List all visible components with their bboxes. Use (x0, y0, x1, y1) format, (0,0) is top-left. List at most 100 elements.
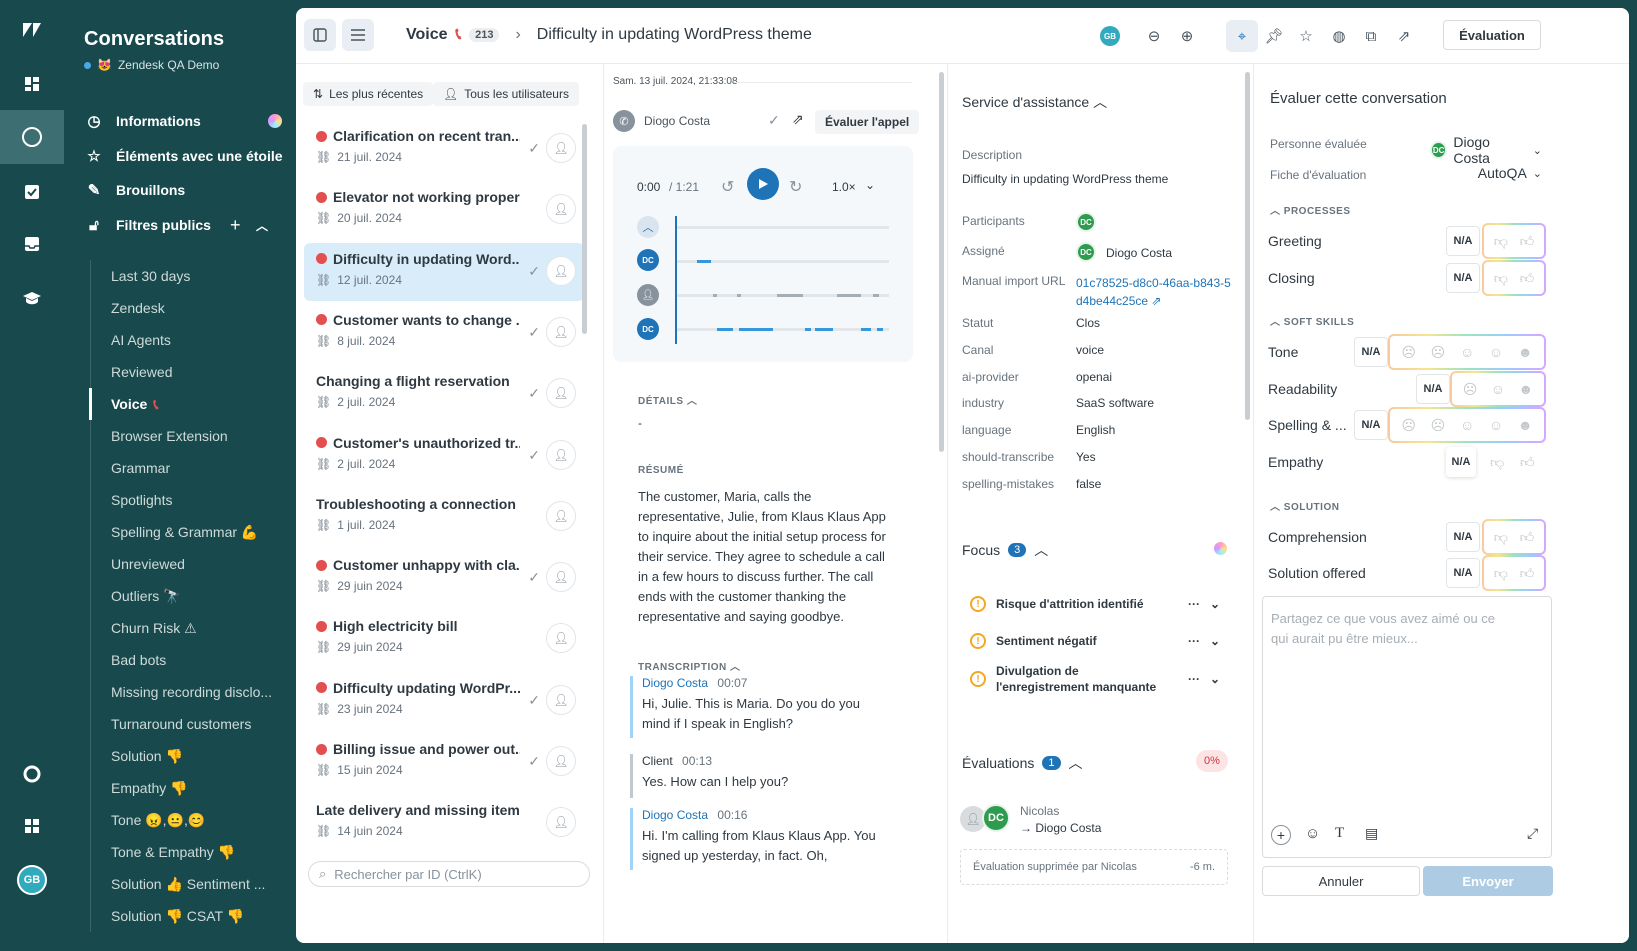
conversations-icon[interactable] (0, 110, 64, 164)
conversation-item[interactable]: High electricity bill ⛓︎ 29 juin 2024 👤︎ (304, 610, 584, 668)
more-options-icon[interactable]: ··· (1188, 597, 1200, 611)
section-toggle[interactable]: ︿ SOFT SKILLS (1270, 313, 1354, 328)
more-options-icon[interactable]: ··· (1188, 672, 1200, 686)
forward-5-icon[interactable]: ↻ (789, 177, 802, 197)
dashboard-icon[interactable] (0, 62, 64, 106)
sidebar-filter-item[interactable]: Empathy 👎 (91, 772, 294, 804)
help-icon[interactable] (0, 752, 64, 796)
sheet-select[interactable]: AutoQA ⌄ (1454, 165, 1542, 181)
na-button[interactable]: N/A (1416, 374, 1450, 404)
sidebar-filter-item[interactable]: Tone 😠,😐,😊 (91, 804, 294, 836)
speed-select[interactable]: 1.0× (832, 180, 856, 194)
sidebar-filter-item[interactable]: Spelling & Grammar 💪 (91, 516, 294, 548)
rate-call-button[interactable]: Évaluer l'appel (815, 110, 920, 134)
external-link-icon[interactable]: ⇗ (1392, 24, 1416, 48)
na-button[interactable]: N/A (1446, 263, 1480, 293)
list-view-button[interactable] (342, 19, 374, 51)
participant-avatar[interactable]: DC (1076, 212, 1096, 232)
conversation-item[interactable]: Elevator not working properly ⛓︎ 20 juil.… (304, 181, 584, 239)
user-avatar[interactable]: GB (0, 858, 64, 902)
template-icon[interactable]: ▤ (1365, 825, 1378, 842)
evaluation-button[interactable]: Évaluation (1443, 20, 1541, 50)
sidebar-filter-item[interactable]: Churn Risk ⚠ (91, 612, 294, 644)
chevron-down-icon[interactable]: ⌄ (1210, 597, 1220, 611)
globe-icon[interactable]: ◍ (1327, 24, 1351, 48)
crosshair-icon[interactable]: ⌖ (1226, 20, 1258, 52)
add-filter-icon[interactable]: + (230, 215, 241, 236)
previous-icon[interactable]: ⊖ (1142, 24, 1166, 48)
workspace-name[interactable]: 😻 Zendesk QA Demo (84, 58, 219, 72)
assign-user-icon[interactable]: 👤︎ (546, 562, 576, 593)
collapse-icon[interactable]: ︿ (637, 216, 659, 238)
emoji-rating[interactable]: ☹ ☹ ☺ ☺ ☻ (1388, 334, 1546, 370)
na-button[interactable]: N/A (1446, 447, 1476, 477)
sidebar-filter-item[interactable]: Solution 👎 (91, 740, 294, 772)
play-button[interactable] (747, 168, 779, 200)
users-filter-chip[interactable]: 👤︎ Tous les utilisateurs (433, 82, 579, 106)
thumbs-rating[interactable]: 👎︎ 👍︎ (1482, 260, 1546, 296)
na-button[interactable]: N/A (1354, 410, 1388, 440)
next-icon[interactable]: ⊕ (1175, 24, 1199, 48)
conversation-item[interactable]: Late delivery and missing item ⛓︎ 14 juin… (304, 794, 584, 852)
apps-icon[interactable] (0, 804, 64, 848)
na-button[interactable]: N/A (1354, 337, 1388, 367)
client-avatar-icon[interactable]: 👤︎ (637, 284, 659, 306)
star-icon[interactable]: ☆ (1294, 24, 1318, 48)
evaluations-section-toggle[interactable]: Évaluations 1 ︿ (962, 753, 1083, 773)
import-url-link[interactable]: 01c78525-d8c0-46aa-b843-5 d4be44c25ce ⇗ (1076, 274, 1231, 310)
sidebar-filter-item[interactable]: Spotlights (91, 484, 294, 516)
conversation-item[interactable]: Customer unhappy with cla... ⛓︎ 29 juin 2… (304, 549, 584, 607)
ticket-section-toggle[interactable]: Service d'assistance ︿ (962, 92, 1107, 112)
thumbs-up-icon[interactable]: 👍︎ (1520, 454, 1535, 471)
thumbs-rating[interactable]: 👎︎ 👍︎ (1482, 223, 1546, 259)
focus-item[interactable]: ! Risque d'attrition identifié ··· ⌄ (970, 587, 1230, 621)
chevron-down-icon[interactable]: ⌄ (865, 178, 875, 192)
conversation-item[interactable]: Customer wants to change ... ⛓︎ 8 juil. 2… (304, 304, 584, 362)
focus-item[interactable]: ! Sentiment négatif ··· ⌄ (970, 624, 1230, 658)
transcript-section-toggle[interactable]: TRANSCRIPTION ︿ (638, 658, 741, 673)
ticket-scrollbar[interactable] (1245, 72, 1250, 420)
expand-icon[interactable]: ⤢ (1527, 825, 1538, 842)
pin-icon[interactable]: 📌︎ (1262, 24, 1286, 48)
sidebar-filter-item[interactable]: AI Agents (91, 324, 294, 356)
nav-informations[interactable]: ◷ Informations (84, 106, 294, 136)
chevron-down-icon[interactable]: ⌄ (1210, 634, 1220, 648)
person-select[interactable]: DC Diogo Costa ⌄ (1430, 134, 1542, 166)
text-format-icon[interactable]: T (1335, 825, 1344, 842)
thumbs-down-icon[interactable]: 👎︎ (1490, 454, 1504, 471)
sidebar-filter-item[interactable]: Grammar (91, 452, 294, 484)
breadcrumb-channel[interactable]: Voice (406, 26, 448, 44)
zendesk-logo-icon[interactable] (0, 8, 64, 52)
submit-button[interactable]: Envoyer (1423, 866, 1553, 896)
training-icon[interactable] (0, 276, 64, 320)
call-scrollbar[interactable] (939, 72, 944, 452)
more-options-icon[interactable]: ··· (1188, 634, 1200, 648)
speaker-avatar[interactable]: DC (637, 318, 659, 340)
conversation-item[interactable]: Billing issue and power out... ⛓︎ 15 juin… (304, 733, 584, 791)
assign-user-icon[interactable]: 👤︎ (546, 133, 576, 163)
assign-user-icon[interactable]: 👤︎ (546, 378, 576, 409)
speaker-avatar[interactable]: DC (637, 249, 659, 271)
sidebar-filter-item[interactable]: Browser Extension (91, 420, 294, 452)
tasks-icon[interactable] (0, 170, 64, 214)
assign-user-icon[interactable]: 👤︎ (546, 684, 576, 715)
open-external-icon[interactable]: ⇗ (792, 111, 804, 128)
sidebar-filter-item[interactable]: Turnaround customers (91, 708, 294, 740)
conversation-item[interactable]: Difficulty in updating Word... ⛓︎ 12 juil… (304, 242, 584, 301)
checkmark-icon[interactable]: ✓ (768, 112, 780, 129)
sidebar-filter-item[interactable]: Voice 📞︎ (89, 388, 294, 420)
na-button[interactable]: N/A (1446, 226, 1480, 256)
sidebar-filter-item[interactable]: Unreviewed (91, 548, 294, 580)
section-toggle[interactable]: ︿ PROCESSES (1270, 202, 1351, 217)
focus-item[interactable]: ! Divulgation de l'enregistrement manquan… (970, 662, 1230, 696)
assign-user-icon[interactable]: 👤︎ (546, 746, 576, 776)
chevron-up-icon[interactable]: ︿ (256, 217, 268, 234)
assign-user-icon[interactable]: 👤︎ (546, 255, 576, 286)
emoji-rating[interactable]: ☹ ☹ ☺ ☺ ☻ (1388, 407, 1546, 443)
search-input[interactable]: ⌕ Rechercher par ID (CtrlK) (308, 861, 590, 887)
sidebar-filter-item[interactable]: Solution 👍 Sentiment ... (91, 868, 294, 900)
nav-starred[interactable]: ☆ Éléments avec une étoile (84, 141, 294, 171)
conversation-item[interactable]: Difficulty updating WordPr... ⛓︎ 23 juin … (304, 672, 584, 730)
sidebar-filter-item[interactable]: Bad bots (91, 644, 294, 676)
chevron-down-icon[interactable]: ⌄ (1210, 672, 1220, 686)
